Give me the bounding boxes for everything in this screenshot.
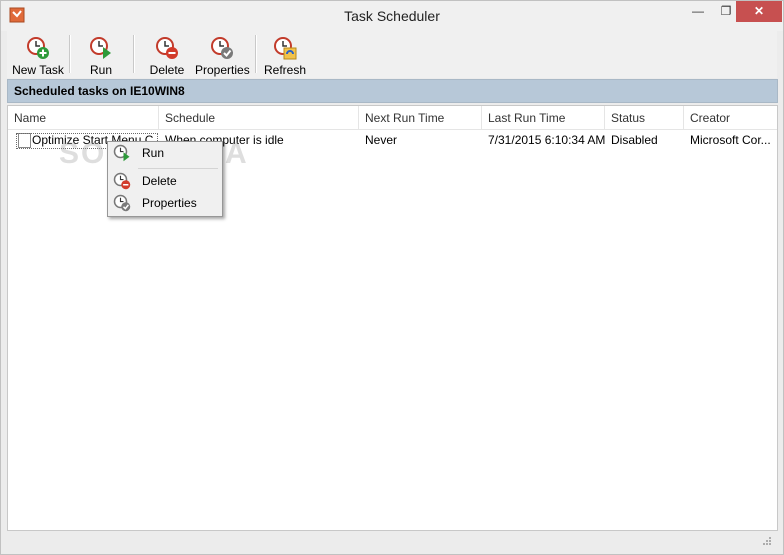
new-task-button[interactable]: New Task (11, 35, 65, 77)
resize-grip-icon[interactable] (762, 536, 772, 546)
context-menu-delete-label: Delete (142, 174, 177, 188)
task-status-cell: Disabled (611, 133, 658, 147)
run-button[interactable]: Run (77, 35, 125, 77)
scheduled-tasks-header: Scheduled tasks on IE10WIN8 (7, 79, 778, 103)
delete-button[interactable]: Delete (141, 35, 193, 77)
toolbar-separator (255, 35, 257, 73)
toolbar-separator (69, 35, 71, 73)
context-menu-run[interactable]: Run (110, 143, 220, 163)
close-button[interactable]: ✕ (736, 1, 782, 22)
clock-run-icon (113, 144, 130, 162)
refresh-icon (274, 37, 297, 60)
toolbar: New Task Run Delete Properties Refresh (7, 31, 777, 78)
context-menu-run-label: Run (142, 146, 165, 160)
column-header-name[interactable]: Name (8, 106, 159, 130)
context-menu-properties-label: Properties (142, 196, 197, 210)
task-last-run-cell: 7/31/2015 6:10:34 AM (488, 133, 606, 147)
context-menu-separator (138, 168, 218, 169)
new-task-label: New Task (12, 63, 64, 77)
minimize-button[interactable]: — (684, 1, 712, 22)
window-title: Task Scheduler (344, 8, 440, 24)
run-label: Run (89, 63, 112, 77)
column-header-next-run-time[interactable]: Next Run Time (359, 106, 482, 130)
column-header-creator[interactable]: Creator (684, 106, 777, 130)
scheduled-tasks-title: Scheduled tasks on IE10WIN8 (14, 84, 185, 98)
delete-label: Delete (149, 63, 185, 77)
clock-properties-icon (211, 37, 233, 59)
task-creator-cell: Microsoft Cor... (690, 133, 771, 147)
clock-properties-icon (113, 194, 131, 212)
refresh-button[interactable]: Refresh (261, 35, 309, 77)
properties-button[interactable]: Properties (195, 35, 250, 77)
task-scheduler-window: Task Scheduler — ❐ ✕ New Task Run Delete… (0, 0, 784, 555)
title-bar[interactable]: Task Scheduler — ❐ ✕ (1, 1, 783, 31)
context-menu-delete[interactable]: Delete (110, 171, 220, 191)
toolbar-separator (133, 35, 135, 73)
clock-delete-icon (156, 37, 178, 59)
context-menu-properties[interactable]: Properties (110, 193, 220, 213)
column-header-status[interactable]: Status (605, 106, 684, 130)
column-header-schedule[interactable]: Schedule (159, 106, 359, 130)
task-next-run-cell: Never (365, 133, 398, 147)
column-header-last-run-time[interactable]: Last Run Time (482, 106, 605, 130)
status-bar (7, 531, 776, 549)
clock-delete-icon (113, 172, 131, 190)
properties-label: Properties (195, 63, 250, 77)
clock-run-icon (90, 37, 111, 59)
clock-add-icon (27, 37, 49, 59)
context-menu: Run Delete Properties (107, 141, 223, 217)
refresh-label: Refresh (263, 63, 307, 77)
